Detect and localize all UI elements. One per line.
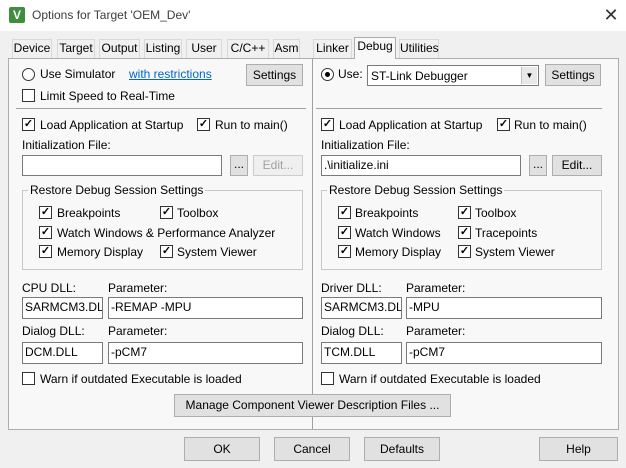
- right-restore-group-title: Restore Debug Session Settings: [327, 183, 505, 197]
- cpu-param-label: Parameter:: [108, 281, 168, 295]
- left-run-to-main-checkbox[interactable]: ✓: [197, 118, 210, 131]
- right-toolbox-checkbox[interactable]: ✓: [458, 206, 471, 219]
- tab-linker[interactable]: Linker: [313, 39, 352, 58]
- right-run-to-main-checkbox[interactable]: ✓: [497, 118, 510, 131]
- right-warn-label: Warn if outdated Executable is loaded: [339, 372, 541, 386]
- debugger-settings-button[interactable]: Settings: [545, 64, 601, 86]
- left-dialog-param-label: Parameter:: [108, 324, 168, 338]
- close-icon[interactable]: ✕: [600, 4, 622, 26]
- left-watch-checkbox[interactable]: ✓: [39, 226, 52, 239]
- left-edit-button[interactable]: Edit...: [253, 155, 303, 176]
- right-tracepoints-checkbox[interactable]: ✓: [458, 226, 471, 239]
- tab-utilities[interactable]: Utilities: [399, 39, 439, 58]
- tab-listing[interactable]: Listing: [144, 39, 182, 58]
- with-restrictions-link[interactable]: with restrictions: [129, 67, 212, 81]
- left-warn-checkbox[interactable]: [22, 372, 35, 385]
- cancel-button[interactable]: Cancel: [274, 437, 350, 461]
- right-memory-checkbox[interactable]: ✓: [338, 245, 351, 258]
- right-watch-label: Watch Windows: [355, 226, 441, 240]
- right-load-app-checkbox[interactable]: ✓: [321, 118, 334, 131]
- tab-output[interactable]: Output: [99, 39, 140, 58]
- tab-asm[interactable]: Asm: [273, 39, 300, 58]
- use-simulator-label: Use Simulator: [40, 67, 116, 81]
- limit-speed-checkbox[interactable]: [22, 89, 35, 102]
- left-dialog-param-input[interactable]: -pCM7: [108, 342, 303, 364]
- right-watch-checkbox[interactable]: ✓: [338, 226, 351, 239]
- tab-target[interactable]: Target: [57, 39, 95, 58]
- chevron-down-icon[interactable]: ▼: [521, 67, 537, 84]
- driver-param-label: Parameter:: [406, 281, 466, 295]
- left-run-to-main-label: Run to main(): [215, 118, 288, 132]
- left-warn-label: Warn if outdated Executable is loaded: [40, 372, 242, 386]
- right-system-viewer-label: System Viewer: [475, 245, 555, 259]
- right-init-file-input[interactable]: .\initialize.ini: [321, 155, 521, 176]
- simulator-settings-button[interactable]: Settings: [246, 64, 303, 86]
- cpu-param-input[interactable]: -REMAP -MPU: [108, 297, 303, 319]
- left-dialog-dll-label: Dialog DLL:: [22, 324, 85, 338]
- right-warn-checkbox[interactable]: [321, 372, 334, 385]
- left-memory-checkbox[interactable]: ✓: [39, 245, 52, 258]
- use-simulator-radio[interactable]: [22, 68, 35, 81]
- left-memory-label: Memory Display: [57, 245, 144, 259]
- left-toolbox-checkbox[interactable]: ✓: [160, 206, 173, 219]
- left-system-viewer-label: System Viewer: [177, 245, 257, 259]
- manage-component-viewer-button[interactable]: Manage Component Viewer Description File…: [174, 394, 451, 417]
- right-dialog-dll-label: Dialog DLL:: [321, 324, 384, 338]
- cpu-dll-input[interactable]: SARMCM3.DLL: [22, 297, 103, 319]
- right-dialog-param-label: Parameter:: [406, 324, 466, 338]
- tab-debug[interactable]: Debug: [354, 37, 396, 59]
- left-restore-group-title: Restore Debug Session Settings: [28, 183, 206, 197]
- driver-param-input[interactable]: -MPU: [406, 297, 602, 319]
- limit-speed-label: Limit Speed to Real-Time: [40, 89, 175, 103]
- tab-user[interactable]: User: [186, 39, 222, 58]
- debugger-select[interactable]: ST-Link Debugger ▼: [367, 65, 539, 86]
- defaults-button[interactable]: Defaults: [364, 437, 440, 461]
- tab-device[interactable]: Device: [12, 39, 52, 58]
- use-debugger-radio[interactable]: [321, 68, 334, 81]
- left-browse-button[interactable]: ...: [230, 155, 248, 176]
- right-memory-label: Memory Display: [355, 245, 442, 259]
- right-dialog-dll-input[interactable]: TCM.DLL: [321, 342, 402, 364]
- left-load-app-checkbox[interactable]: ✓: [22, 118, 35, 131]
- right-run-to-main-label: Run to main(): [514, 118, 587, 132]
- left-breakpoints-label: Breakpoints: [57, 206, 121, 220]
- right-dialog-param-input[interactable]: -pCM7: [406, 342, 602, 364]
- cpu-dll-label: CPU DLL:: [22, 281, 77, 295]
- left-dialog-dll-input[interactable]: DCM.DLL: [22, 342, 103, 364]
- right-breakpoints-label: Breakpoints: [355, 206, 419, 220]
- driver-dll-label: Driver DLL:: [321, 281, 382, 295]
- tab-cpp[interactable]: C/C++: [227, 39, 269, 58]
- left-init-file-label: Initialization File:: [22, 138, 111, 152]
- panel-divider: [312, 59, 313, 429]
- right-edit-button[interactable]: Edit...: [552, 155, 602, 176]
- use-label: Use:: [338, 67, 363, 81]
- keil-uvision-icon: V: [9, 7, 25, 23]
- right-breakpoints-checkbox[interactable]: ✓: [338, 206, 351, 219]
- left-init-file-input[interactable]: [22, 155, 222, 176]
- left-separator: [16, 108, 306, 109]
- left-toolbox-label: Toolbox: [177, 206, 219, 220]
- left-system-viewer-checkbox[interactable]: ✓: [160, 245, 173, 258]
- debugger-selected-value: ST-Link Debugger: [371, 69, 468, 83]
- right-separator: [316, 108, 602, 109]
- right-system-viewer-checkbox[interactable]: ✓: [458, 245, 471, 258]
- left-load-app-label: Load Application at Startup: [40, 118, 184, 132]
- ok-button[interactable]: OK: [184, 437, 260, 461]
- right-init-file-label: Initialization File:: [321, 138, 410, 152]
- right-tracepoints-label: Tracepoints: [475, 226, 538, 240]
- left-watch-label: Watch Windows & Performance Analyzer: [57, 226, 276, 240]
- right-browse-button[interactable]: ...: [529, 155, 547, 176]
- right-load-app-label: Load Application at Startup: [339, 118, 483, 132]
- help-button[interactable]: Help: [539, 437, 618, 461]
- driver-dll-input[interactable]: SARMCM3.DLL: [321, 297, 402, 319]
- right-toolbox-label: Toolbox: [475, 206, 517, 220]
- window-title: Options for Target 'OEM_Dev': [32, 8, 191, 22]
- left-breakpoints-checkbox[interactable]: ✓: [39, 206, 52, 219]
